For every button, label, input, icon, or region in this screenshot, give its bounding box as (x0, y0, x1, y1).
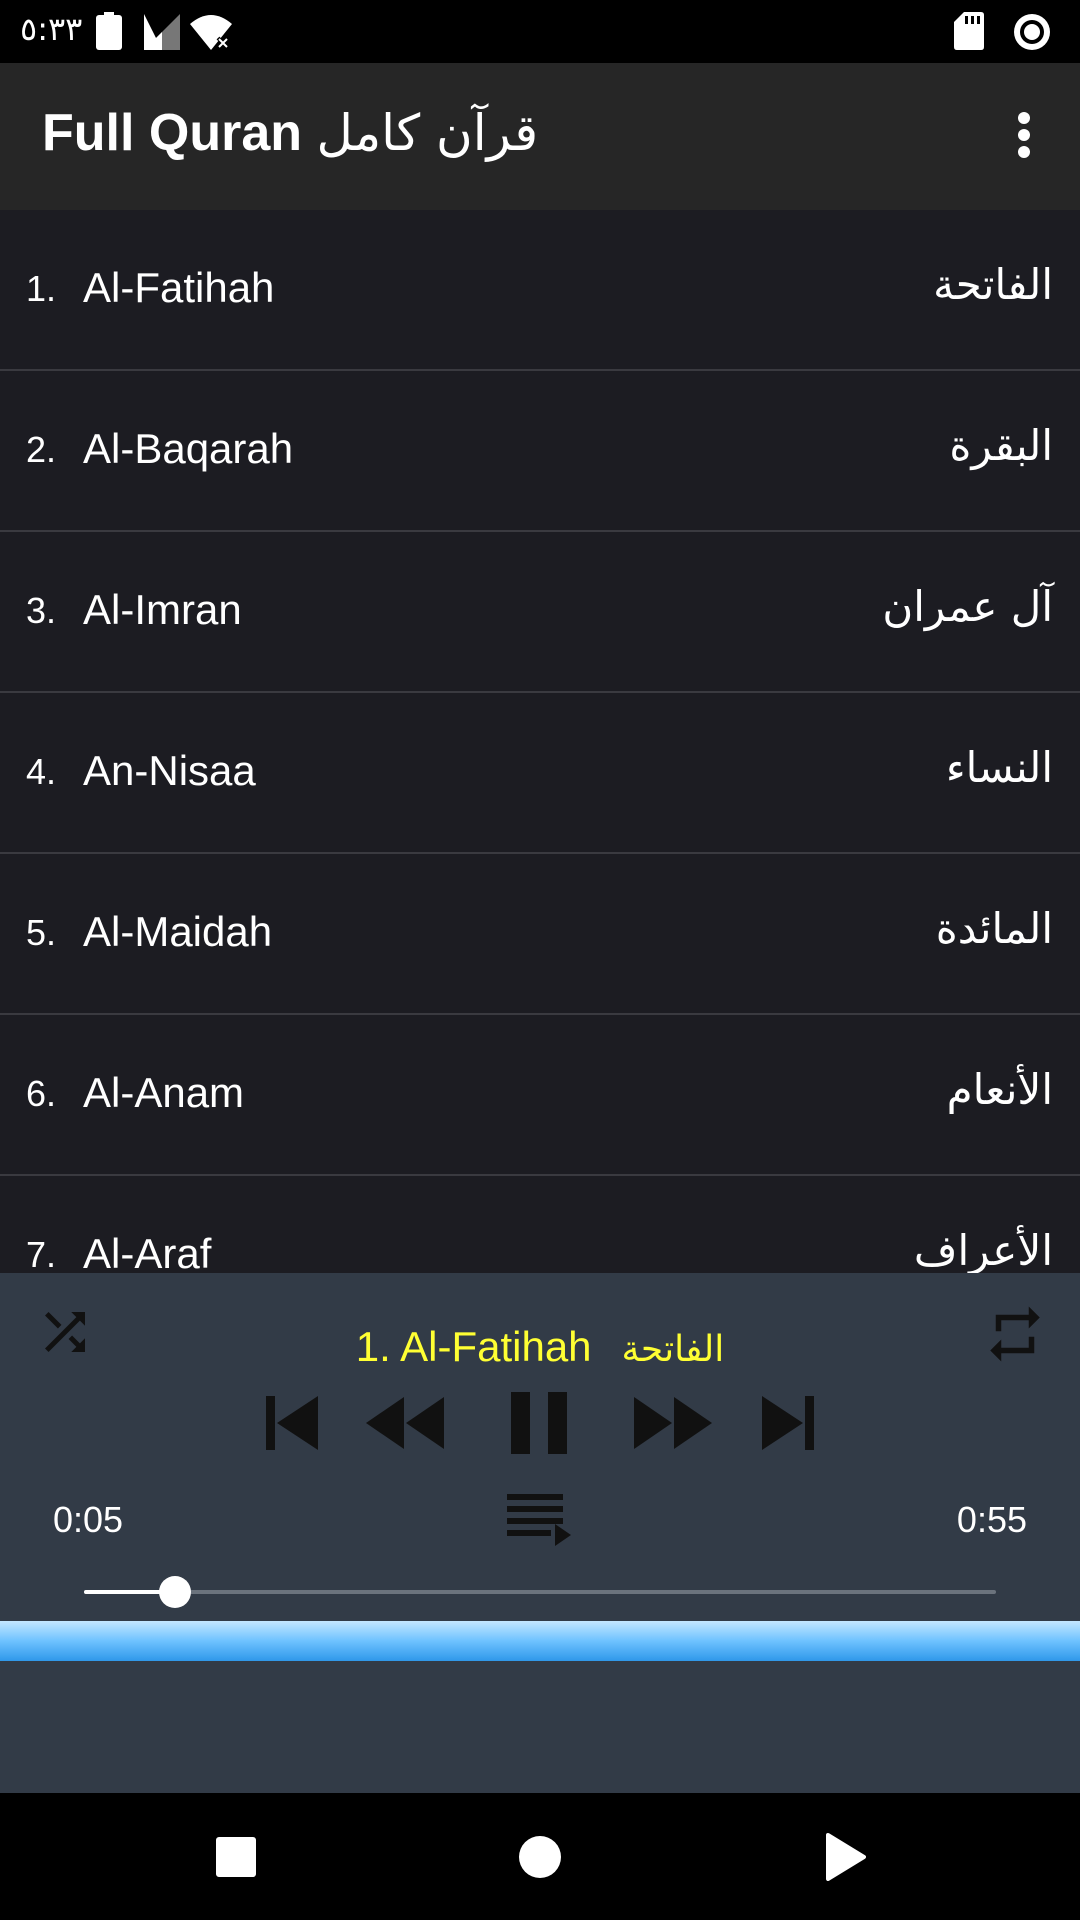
nav-back-button[interactable] (802, 1815, 886, 1899)
surah-name-ar: البقرة (949, 421, 1053, 470)
surah-name-ar: الفاتحة (933, 260, 1053, 309)
overflow-menu-button[interactable] (998, 109, 1050, 161)
audio-player: 1. Al-Fatihah الفاتحة 0:05 0:55 (0, 1273, 1080, 1793)
surah-name-en: Al-Araf (83, 1230, 212, 1273)
skip-previous-button[interactable] (252, 1383, 332, 1463)
seek-bar[interactable] (84, 1576, 996, 1608)
sd-card-icon (954, 12, 984, 55)
surah-row[interactable]: 1. Al-Fatihah الفاتحة (0, 210, 1080, 371)
surah-name-ar: الأنعام (946, 1065, 1053, 1114)
surah-row[interactable]: 5. Al-Maidah المائدة (0, 854, 1080, 1015)
fast-forward-icon (634, 1397, 712, 1449)
app-title: Full Quran قرآن كامل (42, 103, 538, 163)
record-icon (1012, 12, 1052, 57)
app-title-en: Full Quran (42, 104, 302, 162)
total-duration: 0:55 (956, 1499, 1027, 1540)
pause-icon (511, 1392, 567, 1454)
surah-number: 3. (26, 590, 57, 631)
skip-previous-icon (266, 1396, 318, 1450)
wifi-icon (188, 12, 234, 57)
surah-name-ar: الأعراف (913, 1226, 1053, 1273)
surah-name-en: Al-Baqarah (83, 425, 294, 472)
surah-row[interactable]: 4. An-Nisaa النساء (0, 693, 1080, 854)
cell-signal-icon (142, 12, 182, 57)
surah-row[interactable]: 6. Al-Anam الأنعام (0, 1015, 1080, 1176)
status-time: ٥:٣٣ (20, 10, 83, 48)
seek-thumb[interactable] (159, 1576, 192, 1608)
surah-number: 7. (26, 1234, 57, 1273)
surah-name-en: Al-Anam (83, 1069, 245, 1116)
skip-next-button[interactable] (748, 1383, 828, 1463)
surah-name-en: An-Nisaa (83, 747, 256, 794)
rewind-icon (366, 1397, 444, 1449)
navigation-bar (0, 1793, 1080, 1920)
fast-forward-button[interactable] (628, 1383, 718, 1463)
pause-button[interactable] (498, 1377, 580, 1469)
repeat-icon (990, 1306, 1040, 1362)
battery-icon (95, 12, 123, 55)
more-vertical-icon (1018, 112, 1030, 158)
surah-number: 6. (26, 1073, 57, 1114)
surah-row[interactable]: 2. Al-Baqarah البقرة (0, 371, 1080, 532)
surah-name-en: Al-Fatihah (83, 264, 275, 311)
nav-home-icon (519, 1836, 561, 1878)
now-playing-title-en: 1. Al-Fatihah (355, 1323, 592, 1370)
playlist-icon (507, 1494, 571, 1546)
repeat-button[interactable] (978, 1297, 1052, 1371)
surah-name-ar: النساء (945, 743, 1053, 792)
nav-recents-icon (216, 1837, 256, 1877)
surah-row[interactable]: 3. Al-Imran آل عمران (0, 532, 1080, 693)
rewind-button[interactable] (360, 1383, 450, 1463)
surah-name-en: Al-Imran (83, 586, 242, 633)
surah-name-ar: آل عمران (882, 582, 1053, 631)
surah-list[interactable]: 1. Al-Fatihah الفاتحة 2. Al-Baqarah البق… (0, 210, 1080, 1273)
skip-next-icon (762, 1396, 814, 1450)
ad-banner-strip (0, 1621, 1080, 1661)
surah-number: 4. (26, 751, 57, 792)
surah-number: 2. (26, 429, 57, 470)
surah-name-ar: المائدة (935, 904, 1053, 953)
surah-number: 5. (26, 912, 57, 953)
nav-home-button[interactable] (498, 1815, 582, 1899)
nav-back-icon (826, 1833, 866, 1881)
app-title-ar: قرآن كامل (316, 104, 539, 162)
status-bar: ٥:٣٣ (0, 0, 1080, 63)
surah-name-en: Al-Maidah (83, 908, 273, 955)
elapsed-time: 0:05 (53, 1499, 124, 1540)
nav-recents-button[interactable] (194, 1815, 278, 1899)
app-bar: Full Quran قرآن كامل (0, 63, 1080, 210)
surah-row[interactable]: 7. Al-Araf الأعراف (0, 1176, 1080, 1273)
now-playing: 1. Al-Fatihah الفاتحة (0, 1323, 1080, 1371)
playlist-button[interactable] (500, 1483, 580, 1553)
now-playing-title-ar: الفاتحة (621, 1329, 725, 1370)
surah-number: 1. (26, 268, 57, 309)
